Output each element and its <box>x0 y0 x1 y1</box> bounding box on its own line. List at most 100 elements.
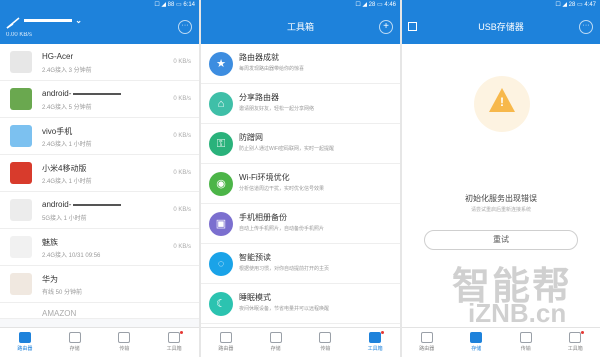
device-status: 2.4G接入 1 小时前 <box>42 179 92 185</box>
tool-name: 睡眠模式 <box>239 293 271 302</box>
tab-transfer[interactable]: 传输 <box>100 328 150 357</box>
usb-header: USB存储器 ··· <box>402 10 600 44</box>
tab-label: 存储 <box>69 346 80 352</box>
tool-row[interactable]: ★ 路由器成就 每周发现路由器带给你的惊喜 <box>201 44 400 84</box>
folder-icon <box>269 332 282 343</box>
tool-icon: ◉ <box>209 172 233 196</box>
device-name: android- <box>42 89 122 98</box>
device-thumbnail <box>10 273 32 295</box>
back-icon[interactable] <box>408 22 417 31</box>
tab-label: 路由器 <box>218 346 234 352</box>
page-title: USB存储器 <box>478 22 524 32</box>
status-indicators: ☐ ◢ 88 ▭ 6:14 <box>154 2 195 8</box>
status-indicators: ☐ ◢ 28 ▭ 4:46 <box>355 2 396 8</box>
device-name: 小米4移动版 <box>42 164 87 173</box>
grid-icon <box>168 332 181 343</box>
tab-storage[interactable]: 存储 <box>452 328 502 357</box>
device-status: 2.4G接入 1 小时前 <box>42 142 92 148</box>
tab-router[interactable]: 路由器 <box>201 328 251 357</box>
device-row[interactable]: AMAZON <box>0 303 199 319</box>
device-row[interactable]: android- 5G接入 1 小时前 0 KB/s <box>0 192 199 229</box>
retry-button[interactable]: 重试 <box>424 230 578 250</box>
tab-transfer[interactable]: 传输 <box>301 328 351 357</box>
toolbox-panel: ☐ ◢ 28 ▭ 4:46 工具箱 + ★ 路由器成就 每周发现路由器带给你的惊喜 ⌂… <box>201 0 400 357</box>
tool-icon: ▣ <box>209 212 233 236</box>
router-icon <box>18 332 31 343</box>
tool-name: 手机相册备份 <box>239 213 287 222</box>
device-row[interactable]: 魅族 2.4G接入 10/31 09:56 0 KB/s <box>0 229 199 266</box>
tool-row[interactable]: ◉ Wi-Fi环境优化 分析信道周边干扰，实时优化信号效果 <box>201 164 400 204</box>
router-header: ⌄ 0.00 KB/s ··· <box>0 10 199 44</box>
error-description: 请尝试重启后重新连接系统 <box>470 207 531 213</box>
device-status: 有线 50 分钟前 <box>42 290 83 296</box>
device-thumbnail <box>10 162 32 184</box>
device-row[interactable]: android- 2.4G接入 5 分钟前 0 KB/s <box>0 81 199 118</box>
tab-storage[interactable]: 存储 <box>50 328 100 357</box>
tab-label: 存储 <box>471 346 482 352</box>
more-icon[interactable]: ··· <box>579 20 593 34</box>
status-bar: ☐ ◢ 88 ▭ 6:14 <box>0 0 199 10</box>
device-name: HG-Acer <box>42 52 74 61</box>
tab-label: 传输 <box>119 346 130 352</box>
folder-icon <box>68 332 81 343</box>
device-row[interactable]: 华为有线 50 分钟前 <box>0 266 199 303</box>
router-rate: 0.00 KB/s <box>6 32 33 38</box>
device-thumbnail <box>10 88 32 110</box>
device-speed: 0 KB/s <box>173 244 191 250</box>
tool-row[interactable]: ▣ 手机相册备份 自动上传手机照片，自动备份手机照片 <box>201 204 400 244</box>
device-status: 2.4G接入 5 分钟前 <box>42 105 92 111</box>
tab-router[interactable]: 路由器 <box>0 328 50 357</box>
status-bar: ☐ ◢ 28 ▭ 4:46 <box>201 0 400 10</box>
device-speed: 0 KB/s <box>173 133 191 139</box>
router-name[interactable]: ⌄ <box>24 16 83 25</box>
tab-bar: 路由器 存储 传输 工具箱 <box>201 327 400 357</box>
tab-router[interactable]: 路由器 <box>402 328 452 357</box>
notification-dot <box>381 331 384 334</box>
status-indicators: ☐ ◢ 28 ▭ 4:47 <box>555 2 596 8</box>
router-icon <box>219 332 232 343</box>
device-row[interactable]: 小米4移动版 2.4G接入 1 小时前 0 KB/s <box>0 155 199 192</box>
tab-toolbox[interactable]: 工具箱 <box>149 328 199 357</box>
tool-description: 每周发现路由器带给你的惊喜 <box>239 66 305 72</box>
device-thumbnail <box>10 236 32 258</box>
device-speed: 0 KB/s <box>173 170 191 176</box>
tool-icon: ⌂ <box>209 92 233 116</box>
tool-row[interactable]: ⌂ 分享路由器 邀请朋友好友，轻松一起分享网络 <box>201 84 400 124</box>
tool-name: 智能预读 <box>239 253 271 262</box>
device-row[interactable]: HG-Acer 2.4G接入 3 分钟前 0 KB/s <box>0 44 199 81</box>
redaction-mark <box>73 203 122 206</box>
download-icon <box>319 332 332 343</box>
router-panel: ☐ ◢ 88 ▭ 6:14 ⌄ 0.00 KB/s ··· HG-Acer 2.4… <box>0 0 199 357</box>
tool-icon: ☾ <box>209 292 233 316</box>
tab-storage[interactable]: 存储 <box>251 328 301 357</box>
tab-toolbox[interactable]: 工具箱 <box>551 328 600 357</box>
tool-row[interactable]: ⚿ 防蹭网 防止别人通过WiFi密码联网，实时一起提醒 <box>201 124 400 164</box>
tab-label: 传输 <box>320 346 331 352</box>
device-status: 2.4G接入 3 分钟前 <box>42 68 92 74</box>
device-speed: 0 KB/s <box>173 59 191 65</box>
tool-name: 防蹭网 <box>239 133 263 142</box>
tool-description: 根据使用习惯，对你自动提前打开的主页 <box>239 266 330 272</box>
router-logo-icon <box>6 17 20 29</box>
device-status: 2.4G接入 10/31 09:56 <box>42 253 101 259</box>
notification-dot <box>180 331 183 334</box>
tab-label: 存储 <box>270 346 281 352</box>
download-icon <box>519 332 532 343</box>
add-icon[interactable]: + <box>379 20 393 34</box>
tool-row[interactable]: ◌ 智能预读 根据使用习惯，对你自动提前打开的主页 <box>201 244 400 284</box>
tool-name: 路由器成就 <box>239 53 279 62</box>
tool-row[interactable]: ☾ 睡眠模式 夜间休眠设备，节省电量并可以远程唤醒 <box>201 284 400 324</box>
device-name: 华为 <box>42 275 58 284</box>
grid-icon <box>369 332 382 343</box>
device-row[interactable]: vivo手机 2.4G接入 1 小时前 0 KB/s <box>0 118 199 155</box>
toolbox-header: 工具箱 + <box>201 10 400 44</box>
tool-icon: ⚿ <box>209 132 233 156</box>
device-name: android- <box>42 200 122 209</box>
tool-list: ★ 路由器成就 每周发现路由器带给你的惊喜 ⌂ 分享路由器 邀请朋友好友，轻松一起分享网络… <box>201 44 400 357</box>
tab-toolbox[interactable]: 工具箱 <box>350 328 400 357</box>
tab-transfer[interactable]: 传输 <box>501 328 551 357</box>
exclamation-icon: ! <box>500 95 504 109</box>
router-icon <box>420 332 433 343</box>
tool-name: Wi-Fi环境优化 <box>239 173 290 182</box>
more-icon[interactable]: ··· <box>178 20 192 34</box>
